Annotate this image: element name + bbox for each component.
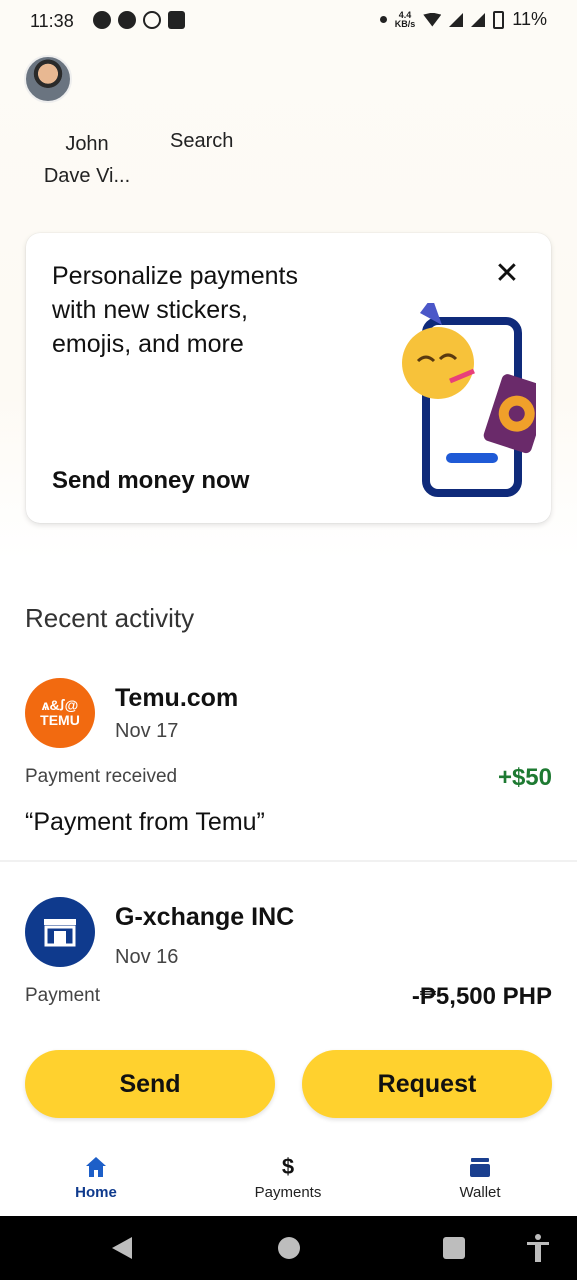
transaction-name: Temu.com	[115, 684, 239, 712]
recent-activity-title: Recent activity	[25, 603, 195, 633]
close-icon[interactable]: ✕	[492, 259, 522, 289]
system-icons: 4.4 KB/s 11%	[379, 9, 547, 30]
profile-name-line1: John	[65, 133, 109, 155]
send-button[interactable]: Send	[25, 1050, 275, 1118]
storefront-glyph	[44, 919, 76, 947]
nav-payments[interactable]: $ Payments	[228, 1152, 348, 1201]
promo-line-2: with new stickers,	[52, 296, 248, 324]
home-button-icon[interactable]	[278, 1237, 300, 1259]
temu-logo-glyphs: ѧ&ꭍ@	[41, 697, 79, 713]
net-speed: 4.4 KB/s	[394, 10, 416, 29]
temu-logo-text: TEMU	[40, 712, 80, 728]
transaction-type: Payment	[25, 985, 100, 1006]
request-button[interactable]: Request	[302, 1050, 552, 1118]
transaction-amount: -₱5,500 PHP	[411, 983, 552, 1010]
accessibility-icon[interactable]	[525, 1233, 551, 1263]
recents-icon[interactable]	[443, 1237, 465, 1259]
database-icon	[168, 11, 185, 29]
messenger-icon	[93, 11, 111, 29]
temu-logo: ѧ&ꭍ@ TEMU	[25, 678, 95, 748]
promo-line-1: Personalize payments	[52, 262, 298, 290]
transaction-amount: +$50	[497, 764, 552, 791]
nav-home-label: Home	[75, 1184, 117, 1201]
profile-name[interactable]: John Dave Vi...	[32, 128, 142, 192]
promo-line-3: emojis, and more	[52, 330, 244, 358]
party-face-emoji	[402, 327, 474, 399]
send-money-now-link[interactable]: Send money now	[52, 467, 249, 495]
transaction-note: “Payment from Temu”	[25, 808, 265, 836]
wifi-icon	[423, 12, 442, 27]
notification-dot-icon	[379, 16, 387, 23]
transaction-name: G-xchange INC	[115, 903, 295, 931]
promo-message: Personalize payments with new stickers, …	[52, 259, 372, 361]
transaction-type: Payment received	[25, 766, 178, 787]
phone-bar	[446, 453, 498, 463]
party-phone-illustration	[402, 303, 536, 497]
messenger-outline-icon	[143, 11, 161, 29]
net-speed-unit: KB/s	[394, 18, 416, 29]
nav-home[interactable]: Home	[36, 1152, 156, 1201]
status-time: 11:38	[30, 11, 74, 31]
notification-icons	[93, 11, 185, 29]
transaction-date: Nov 17	[115, 720, 179, 742]
signal-icon	[471, 12, 486, 27]
nav-wallet[interactable]: Wallet	[420, 1152, 540, 1201]
signal-icon	[449, 12, 464, 27]
battery-icon	[493, 10, 505, 29]
back-icon[interactable]	[112, 1237, 132, 1259]
divider	[0, 860, 577, 862]
avatar[interactable]	[24, 55, 72, 103]
messenger-icon	[118, 11, 136, 29]
home-icon	[86, 1157, 106, 1177]
nav-wallet-label: Wallet	[459, 1184, 501, 1201]
wallet-icon	[470, 1158, 490, 1177]
android-nav-bar	[0, 1216, 577, 1280]
nav-payments-label: Payments	[254, 1184, 322, 1201]
transaction-date: Nov 16	[115, 946, 179, 968]
bottom-nav: Home $ Payments Wallet	[0, 1140, 577, 1216]
promo-card[interactable]: Personalize payments with new stickers, …	[26, 233, 551, 523]
battery-percent: 11%	[512, 9, 547, 29]
search-link[interactable]: Search	[170, 128, 233, 154]
dollar-icon: $	[281, 1154, 295, 1179]
profile-name-line2: Dave Vi...	[43, 165, 131, 187]
storefront-icon	[25, 897, 95, 967]
status-bar: 11:38 4.4 KB/s 11%	[0, 0, 577, 44]
